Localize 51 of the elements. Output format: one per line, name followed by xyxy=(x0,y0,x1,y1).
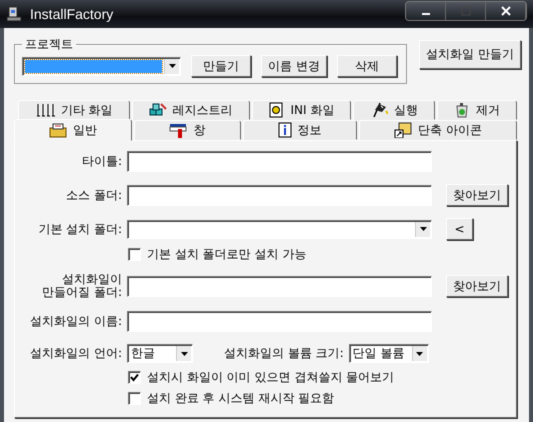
box-icon xyxy=(49,122,68,138)
maximize-icon xyxy=(460,6,470,16)
volume-dropdown[interactable]: 단일 볼륨 xyxy=(348,344,429,363)
minimize-button[interactable] xyxy=(406,2,446,20)
text-field[interactable] xyxy=(127,184,432,206)
field-label: 기본 설치 폴더: xyxy=(37,222,122,236)
field-label: 소스 폴더: xyxy=(65,188,122,202)
tab[interactable]: 기타 화일 xyxy=(18,100,130,120)
field-label: 타이틀: xyxy=(80,155,122,168)
field-label: 설치화일의 언어: xyxy=(29,347,122,360)
checkbox[interactable] xyxy=(128,392,141,405)
window-title: InstallFactory xyxy=(30,6,114,22)
folder-dropdown[interactable] xyxy=(127,220,432,238)
minimize-icon xyxy=(422,13,430,15)
tab[interactable]: 제거 xyxy=(437,100,517,120)
field-label: 설치화일의 볼륨 크기: xyxy=(224,345,344,362)
side-button[interactable]: 찾아보기 xyxy=(446,184,508,206)
tab[interactable]: 단축 아이콘 xyxy=(358,120,518,140)
tab[interactable]: 레지스트리 xyxy=(132,100,250,120)
tab[interactable]: 창 xyxy=(134,120,241,140)
text-field[interactable] xyxy=(127,276,432,296)
field-label: 설치화일의 이름: xyxy=(29,315,122,328)
build-button[interactable]: 설치화일 만들기 xyxy=(419,40,521,69)
checkbox-label: 기본 설치 폴더로만 설치 가능 xyxy=(147,246,306,263)
tab[interactable]: 실행 xyxy=(353,100,436,120)
close-icon xyxy=(500,6,510,16)
tab[interactable]: INI 화일 xyxy=(252,100,352,120)
checkbox-label: 설치시 화일이 이미 있으면 겹쳐쓸지 물어보기 xyxy=(147,369,394,386)
tab[interactable]: 일반 xyxy=(14,119,132,141)
language-dropdown[interactable]: 한글 xyxy=(127,344,193,363)
recycle-bin-icon xyxy=(454,102,470,118)
project-dropdown[interactable] xyxy=(22,56,181,76)
cubes-icon xyxy=(148,102,167,118)
text-field[interactable] xyxy=(127,151,432,172)
app-icon xyxy=(6,6,22,22)
field-label: 설치화일이 만들어질 폴더: xyxy=(41,273,122,299)
window-icon xyxy=(169,122,188,138)
project-button[interactable]: 삭제 xyxy=(336,55,397,77)
info-icon xyxy=(278,122,292,138)
tab[interactable]: 정보 xyxy=(242,120,357,140)
close-button[interactable] xyxy=(486,2,526,20)
shortcut-icon xyxy=(394,122,412,138)
text-field[interactable] xyxy=(127,311,432,332)
project-button[interactable]: 이름 변경 xyxy=(261,55,327,77)
project-button[interactable]: 만들기 xyxy=(191,55,251,77)
checkbox-label: 설치 완료 후 시스템 재시작 필요함 xyxy=(147,390,334,407)
checkbox[interactable] xyxy=(128,371,141,384)
group-label: 프로젝트 xyxy=(24,36,74,53)
side-button[interactable]: 찾아보기 xyxy=(446,275,508,297)
side-button[interactable]: < xyxy=(446,218,473,240)
checkbox[interactable] xyxy=(128,248,141,261)
